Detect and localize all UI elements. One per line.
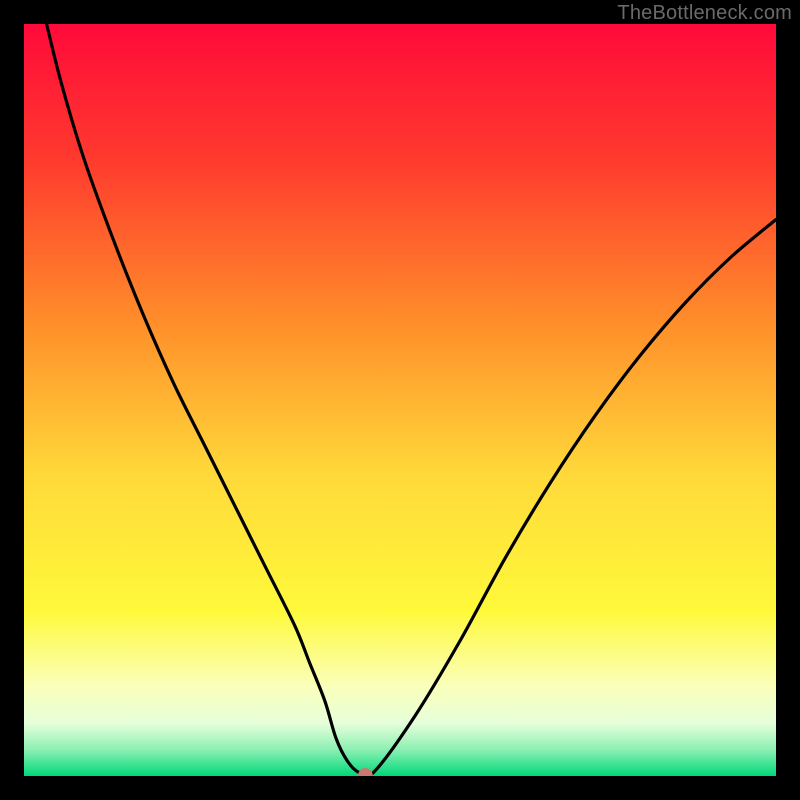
- gradient-background: [24, 24, 776, 776]
- plot-area: [24, 24, 776, 776]
- chart-svg: [24, 24, 776, 776]
- chart-frame: TheBottleneck.com: [0, 0, 800, 800]
- watermark-text: TheBottleneck.com: [617, 2, 792, 25]
